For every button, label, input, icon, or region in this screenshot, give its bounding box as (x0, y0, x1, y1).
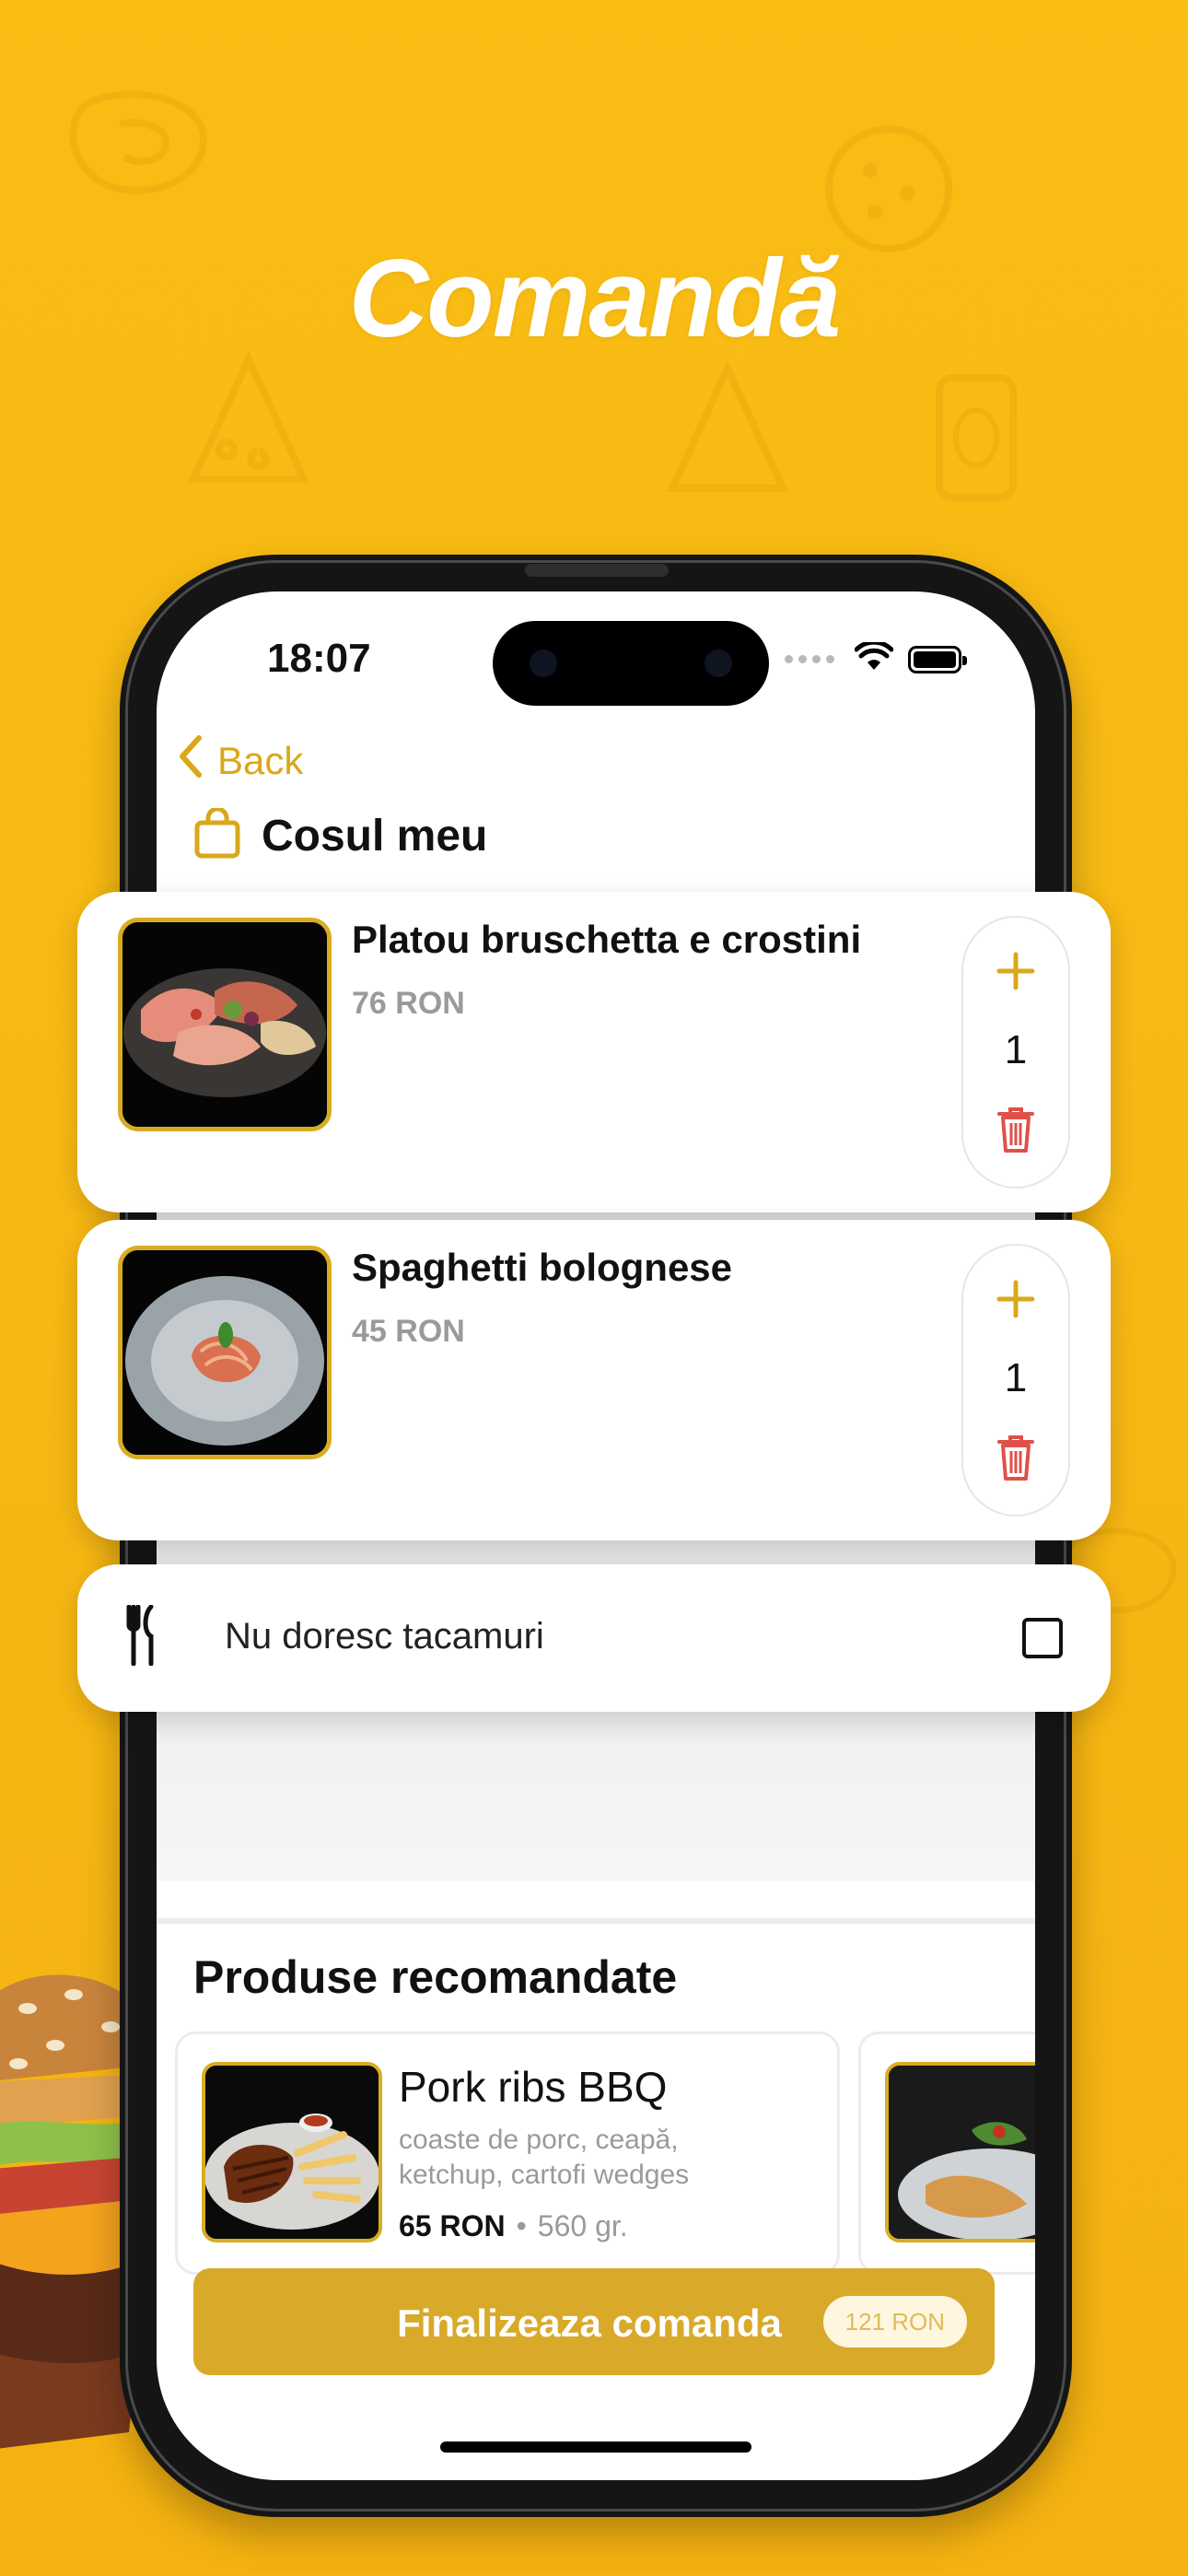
cutlery-icon (123, 1604, 160, 1670)
chevron-left-icon (177, 734, 204, 788)
product-weight: 560 gr. (537, 2209, 628, 2242)
background-doodle-pizza (184, 350, 313, 488)
item-price: 76 RON (352, 986, 465, 1021)
cutlery-label: Nu doresc tacamuri (225, 1616, 544, 1657)
item-name: Platou bruschetta e crostini (352, 918, 862, 961)
meta-separator: • (516, 2209, 527, 2242)
item-image (118, 1246, 332, 1459)
cart-item-card: Platou bruschetta e crostini 76 RON 1 (77, 892, 1111, 1212)
home-indicator (440, 2441, 751, 2453)
item-quantity: 1 (1004, 1027, 1028, 1072)
recommended-product-card[interactable]: Pork ribs BBQ coaste de porc, ceapă, ket… (175, 2032, 840, 2275)
item-name: Spaghetti bolognese (352, 1246, 733, 1289)
background-doodle-pizza (663, 359, 792, 498)
product-image (202, 2062, 382, 2242)
item-image (118, 918, 332, 1131)
product-image (885, 2062, 1035, 2242)
camera-icon (705, 650, 732, 677)
quantity-stepper: 1 (961, 916, 1070, 1188)
divider (157, 1918, 1035, 1924)
plus-icon[interactable] (996, 951, 1036, 996)
wifi-icon (854, 639, 894, 676)
cutlery-option-card[interactable]: Nu doresc tacamuri (77, 1564, 1111, 1712)
battery-icon (908, 645, 967, 673)
cart-header: Cosul meu (193, 806, 488, 864)
background-doodle-steak (64, 83, 221, 203)
checkout-total-badge: 121 RON (822, 2296, 967, 2348)
checkout-button[interactable]: Finalizeaza comanda 121 RON (193, 2268, 995, 2375)
checkbox-icon[interactable] (1022, 1618, 1063, 1658)
cart-title: Cosul meu (262, 812, 488, 861)
item-price: 45 RON (352, 1314, 465, 1349)
trash-icon[interactable] (996, 1433, 1036, 1487)
phone-speaker (525, 564, 669, 577)
signal-icon (785, 655, 834, 663)
plus-icon[interactable] (996, 1279, 1036, 1324)
back-button[interactable]: Back (177, 734, 303, 788)
status-icons (785, 639, 967, 676)
cart-item-card: Spaghetti bolognese 45 RON 1 (77, 1220, 1111, 1540)
product-description: coaste de porc, ceapă, ketchup, cartofi … (399, 2125, 690, 2190)
recommended-product-card[interactable] (858, 2032, 1035, 2275)
back-label: Back (217, 739, 304, 782)
recommended-title: Produse recomandate (193, 1951, 678, 2003)
trash-icon[interactable] (996, 1105, 1036, 1159)
product-name: Pork ribs BBQ (399, 2063, 668, 2111)
page-headline: Comandă (348, 237, 842, 360)
status-time: 18:07 (267, 636, 371, 681)
camera-icon (530, 650, 557, 677)
background-doodle-can (930, 369, 1022, 507)
quantity-stepper: 1 (961, 1244, 1070, 1516)
product-meta: 65 RON • 560 gr. (399, 2209, 628, 2243)
dynamic-island (493, 621, 769, 706)
product-price: 65 RON (399, 2209, 506, 2242)
item-quantity: 1 (1004, 1355, 1028, 1400)
shopping-bag-icon (193, 806, 241, 864)
